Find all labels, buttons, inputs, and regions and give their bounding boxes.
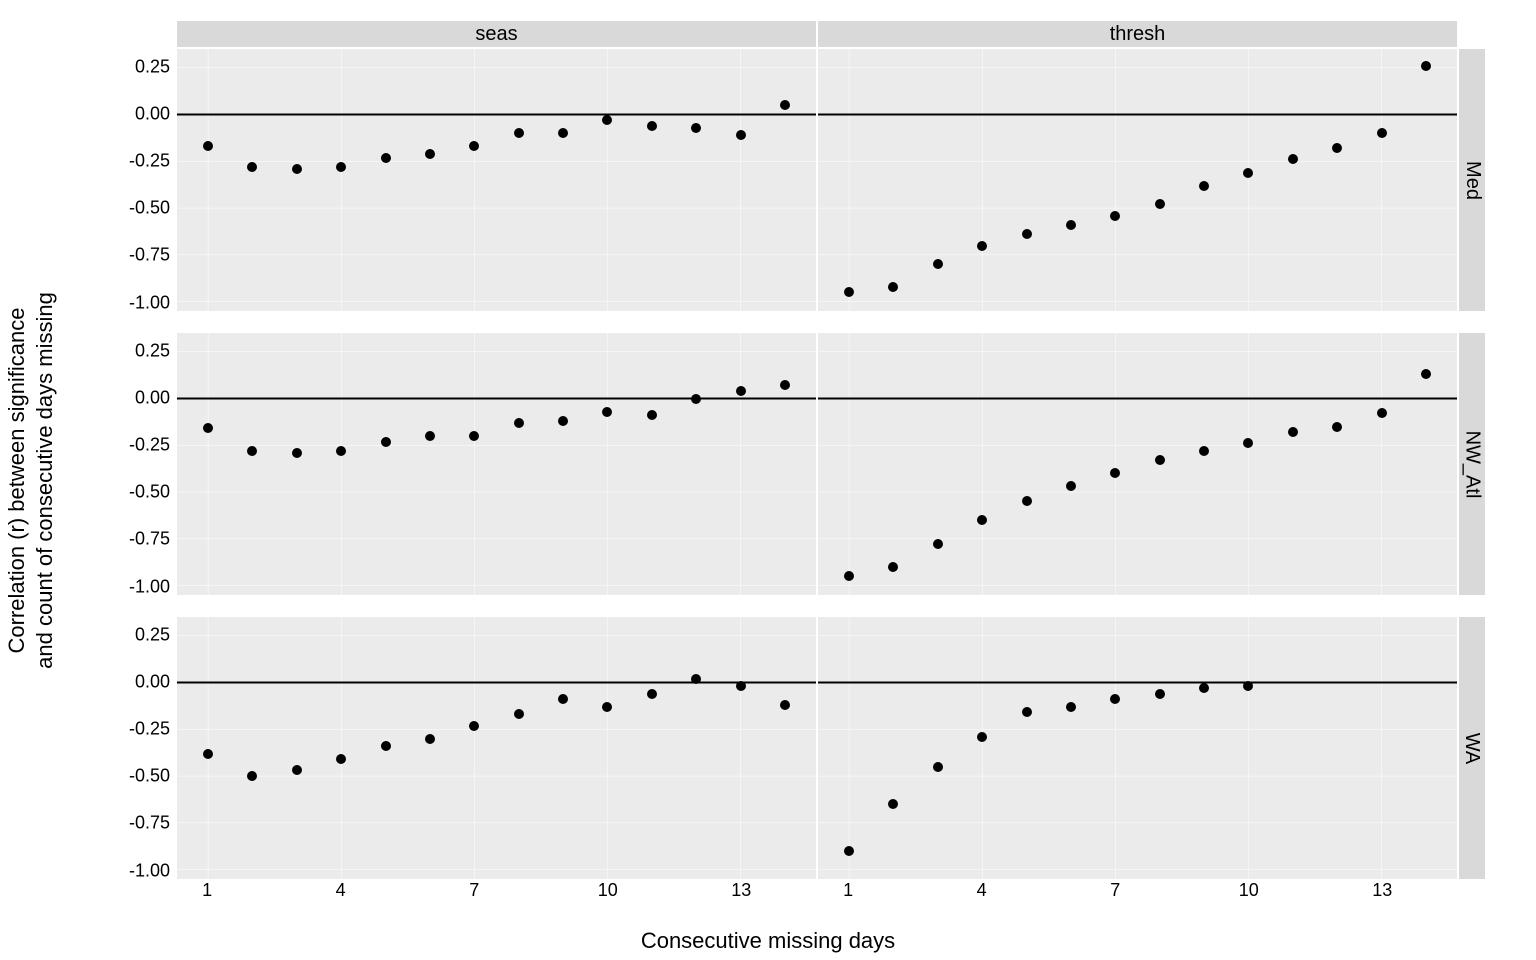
data-point — [1110, 211, 1120, 221]
data-point — [1199, 446, 1209, 456]
data-point — [381, 437, 391, 447]
panel-thresh-wa — [817, 616, 1458, 880]
data-point — [977, 732, 987, 742]
data-point — [933, 762, 943, 772]
data-point — [691, 394, 701, 404]
row-strip-med: Med — [1458, 48, 1486, 312]
y-tick-label: -0.50 — [129, 482, 170, 503]
x-tick-label: 13 — [1372, 880, 1392, 901]
data-point — [1332, 422, 1342, 432]
data-point — [977, 241, 987, 251]
y-tick-label: 0.25 — [135, 340, 170, 361]
facet-grid: seas thresh -1.00 -0.75 -0.50 -0.25 0.00 0.25… — [120, 20, 1486, 900]
x-tick-label: 13 — [731, 880, 751, 901]
panel-seas-wa — [176, 616, 817, 880]
data-point — [647, 689, 657, 699]
y-tick-label: -0.75 — [129, 245, 170, 266]
data-point — [425, 149, 435, 159]
x-tick-label: 10 — [598, 880, 618, 901]
data-point — [1288, 427, 1298, 437]
data-point — [1421, 61, 1431, 71]
x-axis-label: Consecutive missing days — [0, 928, 1536, 954]
data-point — [1066, 702, 1076, 712]
data-point — [514, 418, 524, 428]
y-ticks-med: -1.00 -0.75 -0.50 -0.25 0.00 0.25 — [120, 48, 176, 312]
x-tick-label: 1 — [202, 880, 212, 901]
data-point — [1155, 689, 1165, 699]
data-point — [514, 709, 524, 719]
y-tick-label: -1.00 — [129, 576, 170, 597]
data-point — [647, 121, 657, 131]
x-tick-label: 4 — [336, 880, 346, 901]
data-point — [514, 128, 524, 138]
chart-frame: Correlation (r) between significanceand … — [0, 0, 1536, 960]
y-tick-label: 0.25 — [135, 624, 170, 645]
data-point — [292, 164, 302, 174]
data-point — [1243, 168, 1253, 178]
data-point — [1199, 181, 1209, 191]
data-point — [691, 123, 701, 133]
x-tick-label: 7 — [1110, 880, 1120, 901]
y-tick-label: 0.00 — [135, 672, 170, 693]
x-tick-label: 4 — [977, 880, 987, 901]
y-tick-label: -1.00 — [129, 292, 170, 313]
data-point — [1022, 229, 1032, 239]
data-point — [736, 386, 746, 396]
y-ticks-wa: -1.00 -0.75 -0.50 -0.25 0.00 0.25 — [120, 616, 176, 880]
y-tick-label: -0.25 — [129, 151, 170, 172]
data-point — [780, 100, 790, 110]
y-tick-label: -0.50 — [129, 766, 170, 787]
x-ticks-thresh: 1 4 7 10 13 — [817, 880, 1458, 900]
y-tick-label: 0.25 — [135, 56, 170, 77]
y-tick-label: -0.75 — [129, 529, 170, 550]
data-point — [1022, 707, 1032, 717]
data-point — [469, 721, 479, 731]
data-point — [1377, 128, 1387, 138]
col-strip-thresh: thresh — [817, 20, 1458, 48]
y-tick-label: -1.00 — [129, 860, 170, 881]
y-tick-label: 0.00 — [135, 104, 170, 125]
panel-seas-nwatl — [176, 332, 817, 596]
data-point — [1155, 455, 1165, 465]
data-point — [736, 130, 746, 140]
x-tick-label: 1 — [843, 880, 853, 901]
x-tick-label: 10 — [1239, 880, 1259, 901]
data-point — [425, 734, 435, 744]
panel-thresh-nwatl — [817, 332, 1458, 596]
data-point — [1022, 496, 1032, 506]
data-point — [203, 749, 213, 759]
y-ticks-nwatl: -1.00 -0.75 -0.50 -0.25 0.00 0.25 — [120, 332, 176, 596]
data-point — [933, 259, 943, 269]
data-point — [844, 846, 854, 856]
y-tick-label: 0.00 — [135, 388, 170, 409]
row-strip-nwatl: NW_Atl — [1458, 332, 1486, 596]
data-point — [691, 674, 701, 684]
data-point — [381, 741, 391, 751]
panel-thresh-med — [817, 48, 1458, 312]
data-point — [1066, 220, 1076, 230]
panel-seas-med — [176, 48, 817, 312]
x-tick-label: 7 — [469, 880, 479, 901]
y-tick-label: -0.75 — [129, 813, 170, 834]
data-point — [736, 681, 746, 691]
data-point — [780, 700, 790, 710]
data-point — [292, 448, 302, 458]
y-tick-label: -0.50 — [129, 198, 170, 219]
data-point — [381, 153, 391, 163]
y-axis-label: Correlation (r) between significanceand … — [10, 0, 50, 960]
data-point — [1155, 199, 1165, 209]
data-point — [558, 416, 568, 426]
y-tick-label: -0.25 — [129, 719, 170, 740]
data-point — [425, 431, 435, 441]
y-tick-label: -0.25 — [129, 435, 170, 456]
row-strip-wa: WA — [1458, 616, 1486, 880]
col-strip-seas: seas — [176, 20, 817, 48]
x-ticks-seas: 1 4 7 10 13 — [176, 880, 817, 900]
